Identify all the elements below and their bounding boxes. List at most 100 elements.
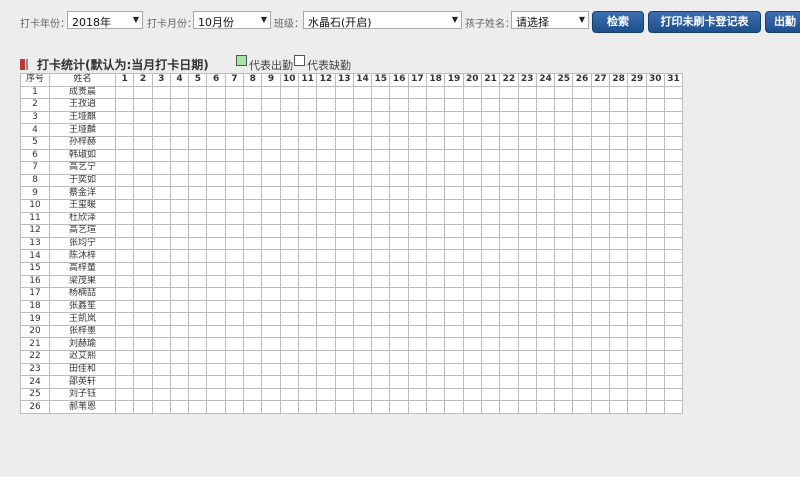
day-cell bbox=[151, 375, 171, 389]
day-cell bbox=[352, 135, 373, 150]
day-cell bbox=[297, 161, 318, 175]
day-cell bbox=[151, 110, 171, 125]
day-cell bbox=[371, 287, 391, 301]
day-cell bbox=[426, 261, 446, 276]
day-cell bbox=[243, 312, 263, 326]
day-cell bbox=[261, 110, 281, 125]
day-cell bbox=[663, 186, 684, 200]
day-cell bbox=[352, 85, 373, 100]
day-cell bbox=[297, 98, 318, 112]
day-cell bbox=[206, 261, 226, 276]
print-unswiped-button[interactable]: 打印未刷卡登记表 bbox=[648, 11, 761, 33]
day-cell bbox=[279, 224, 299, 238]
day-cell bbox=[480, 186, 501, 200]
day-cell bbox=[462, 85, 482, 100]
class-label: 班级： bbox=[274, 19, 304, 30]
day-cell bbox=[352, 98, 373, 112]
day-cell bbox=[206, 362, 226, 377]
day-cell bbox=[334, 98, 354, 112]
day-cell bbox=[389, 299, 409, 314]
day-cell bbox=[554, 236, 574, 251]
day-cell bbox=[224, 287, 245, 301]
day-cell bbox=[279, 110, 299, 125]
day-cell bbox=[169, 375, 190, 389]
day-cell bbox=[151, 362, 171, 377]
day-cell bbox=[499, 123, 519, 137]
day-cell bbox=[316, 98, 336, 112]
day-cell bbox=[444, 387, 464, 402]
day-cell bbox=[389, 161, 409, 175]
day-cell bbox=[554, 135, 574, 150]
day-cell bbox=[517, 211, 537, 226]
day-cell bbox=[169, 400, 190, 415]
day-cell bbox=[206, 375, 226, 389]
day-cell bbox=[609, 123, 629, 137]
day-cell bbox=[371, 249, 391, 263]
search-button[interactable]: 检索 bbox=[592, 11, 644, 33]
row-index: 23 bbox=[20, 362, 50, 377]
table-row: 25 刘子钰 bbox=[20, 387, 684, 402]
year-select[interactable]: 2018年 ▼ bbox=[67, 11, 143, 29]
day-cell bbox=[352, 123, 373, 137]
day-cell bbox=[517, 387, 537, 402]
day-cell bbox=[114, 249, 135, 263]
day-cell bbox=[243, 299, 263, 314]
day-cell bbox=[261, 98, 281, 112]
day-cell bbox=[243, 236, 263, 251]
day-cell bbox=[297, 362, 318, 377]
day-cell bbox=[462, 198, 482, 213]
day-cell bbox=[444, 299, 464, 314]
day-cell bbox=[645, 135, 665, 150]
day-cell bbox=[114, 387, 135, 402]
day-cell bbox=[114, 211, 135, 226]
day-cell bbox=[371, 148, 391, 163]
day-cell bbox=[206, 287, 226, 301]
day-cell bbox=[334, 249, 354, 263]
day-cell bbox=[297, 236, 318, 251]
month-select[interactable]: 10月份 ▼ bbox=[193, 11, 271, 29]
day-cell bbox=[517, 312, 537, 326]
day-cell bbox=[297, 198, 318, 213]
day-cell bbox=[188, 198, 208, 213]
day-cell bbox=[535, 261, 556, 276]
day-cell bbox=[590, 236, 611, 251]
day-cell bbox=[389, 186, 409, 200]
day-cell bbox=[499, 287, 519, 301]
day-cell bbox=[334, 85, 354, 100]
class-select[interactable]: 水晶石(开启) ▼ bbox=[303, 11, 462, 29]
day-cell bbox=[590, 161, 611, 175]
day-cell bbox=[590, 375, 611, 389]
table-header-row: 序号 姓名 1 2 3 4 5 6 7 8 9 10 11 12 13 14 15 16 17 18 19 20 21 2… bbox=[20, 73, 684, 87]
table-row: 24 邵英轩 bbox=[20, 375, 684, 389]
day-cell bbox=[426, 173, 446, 188]
day-cell bbox=[535, 110, 556, 125]
header-day: 12 bbox=[316, 73, 336, 87]
day-cell bbox=[645, 161, 665, 175]
day-cell bbox=[444, 110, 464, 125]
row-index: 3 bbox=[20, 110, 50, 125]
day-cell bbox=[426, 274, 446, 289]
day-cell bbox=[480, 312, 501, 326]
day-cell bbox=[316, 110, 336, 125]
day-cell bbox=[316, 362, 336, 377]
day-cell bbox=[133, 173, 153, 188]
day-cell bbox=[480, 211, 501, 226]
day-cell bbox=[133, 337, 153, 352]
day-cell bbox=[535, 161, 556, 175]
row-index: 13 bbox=[20, 236, 50, 251]
row-name: 邵英轩 bbox=[49, 375, 116, 389]
day-cell bbox=[334, 110, 354, 125]
child-select[interactable]: 请选择 ▼ bbox=[511, 11, 589, 29]
row-name: 成贵晨 bbox=[49, 85, 116, 100]
day-cell bbox=[224, 375, 245, 389]
attendance-button[interactable]: 出勤 bbox=[765, 11, 800, 33]
day-cell bbox=[297, 337, 318, 352]
day-cell bbox=[554, 324, 574, 339]
day-cell bbox=[389, 173, 409, 188]
day-cell bbox=[663, 198, 684, 213]
day-cell bbox=[297, 85, 318, 100]
day-cell bbox=[188, 224, 208, 238]
day-cell bbox=[572, 110, 592, 125]
day-cell bbox=[444, 261, 464, 276]
day-cell bbox=[114, 186, 135, 200]
